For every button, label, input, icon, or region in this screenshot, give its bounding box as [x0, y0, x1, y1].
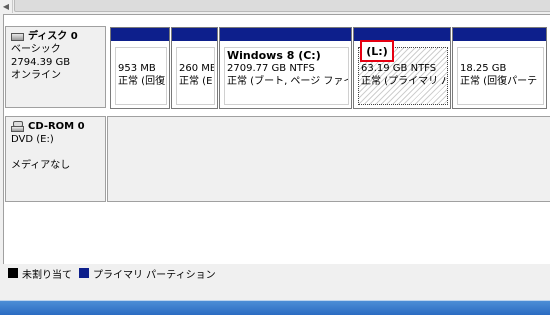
cdrom0-media: メディアなし: [11, 160, 71, 171]
partition-body: 18.25 GB 正常 (回復パーテ: [457, 47, 544, 105]
legend-primary: プライマリ パーティション: [93, 269, 216, 281]
partition-status: 正常 (プライマリ パー: [361, 76, 447, 87]
partition-l-name-highlight: (L:): [360, 40, 394, 62]
disk0-size: 2794.39 GB: [11, 57, 71, 68]
primary-partition-bar: [111, 28, 169, 41]
cdrom0-info[interactable]: CD-ROM 0 DVD (E:) メディアなし: [5, 116, 106, 202]
disk-icon: [11, 32, 24, 41]
partition-size: 63.19 GB NTFS: [361, 63, 437, 74]
partition-recovery-1[interactable]: 953 MB 正常 (回復: [110, 27, 170, 109]
disk0-title-row: ディスク 0: [11, 30, 100, 43]
partition-name: [460, 49, 541, 62]
cdrom0-title: CD-ROM 0: [28, 121, 85, 132]
cdrom-icon: [11, 120, 24, 133]
taskbar-strip: [0, 300, 550, 315]
partition-status: 正常 (ブート, ページ ファイル: [227, 76, 348, 87]
disk0-type: ベーシック: [11, 44, 61, 55]
cdrom0-title-row: CD-ROM 0: [11, 120, 100, 133]
unallocated-swatch: [8, 268, 18, 278]
scrollbar-thumb[interactable]: [14, 0, 550, 12]
partition-body: 953 MB 正常 (回復: [115, 47, 167, 105]
partition-name: [179, 49, 212, 62]
partition-name: Windows 8 (C:): [227, 49, 321, 62]
partition-status: 正常 (E: [179, 76, 213, 87]
disk0-info[interactable]: ディスク 0 ベーシック 2794.39 GB オンライン: [5, 26, 106, 108]
horizontal-scrollbar[interactable]: ◀: [0, 0, 550, 14]
partition-status: 正常 (回復パーテ: [460, 76, 538, 87]
partition-size: 2709.77 GB NTFS: [227, 63, 315, 74]
partition-name: [118, 49, 164, 62]
primary-swatch: [79, 268, 89, 278]
legend: 未割り当て プライマリ パーティション: [8, 266, 216, 281]
disk0-title: ディスク 0: [28, 31, 78, 42]
partition-windows-c[interactable]: Windows 8 (C:) 2709.77 GB NTFS 正常 (ブート, …: [219, 27, 352, 109]
partition-efi[interactable]: 260 MB 正常 (E: [171, 27, 218, 109]
partition-size: 260 MB: [179, 63, 215, 74]
legend-unallocated: 未割り当て: [22, 269, 72, 281]
scroll-left-icon[interactable]: ◀: [0, 0, 13, 13]
primary-partition-bar: [453, 28, 546, 41]
cdrom0-type: DVD (E:): [11, 134, 54, 145]
cdrom0-volume-area[interactable]: [107, 116, 550, 202]
partition-size: 953 MB: [118, 63, 156, 74]
disk0-status: オンライン: [11, 70, 61, 81]
partition-size: 18.25 GB: [460, 63, 507, 74]
partition-recovery-2[interactable]: 18.25 GB 正常 (回復パーテ: [452, 27, 547, 109]
partition-body: Windows 8 (C:) 2709.77 GB NTFS 正常 (ブート, …: [224, 47, 349, 105]
primary-partition-bar: [220, 28, 351, 41]
partition-status: 正常 (回復: [118, 76, 166, 87]
primary-partition-bar: [172, 28, 217, 41]
partition-body: 260 MB 正常 (E: [176, 47, 215, 105]
